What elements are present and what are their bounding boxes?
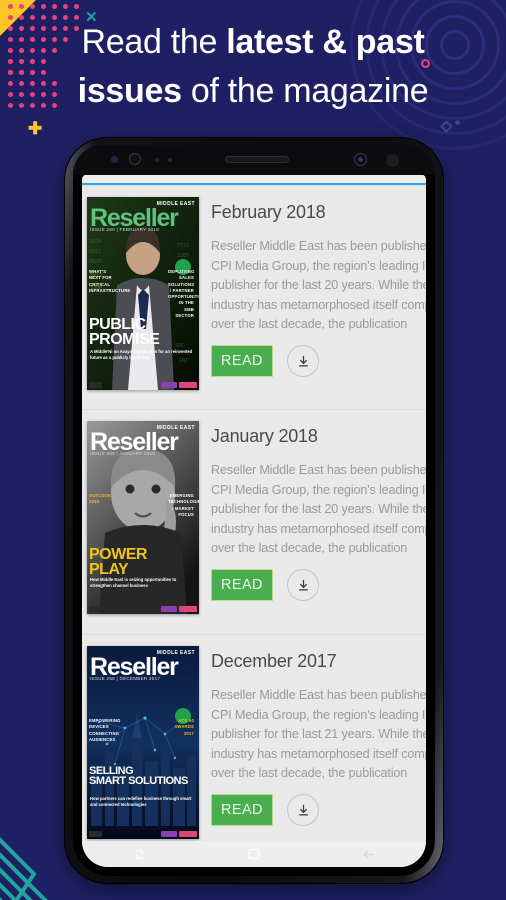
sensor-dot-icon [168,158,172,162]
blue-dot-decoration [455,120,460,125]
issue-title: December 2017 [211,651,337,671]
magazine-cover-image[interactable]: 102455219920 773122894418 SRCINT 8812339… [87,197,199,390]
issue-description: Reseller Middle East has been published … [211,688,426,780]
cover-publisher-badge [179,831,197,837]
headline-light-2: of the magazine [181,72,429,110]
recents-icon[interactable] [124,846,154,862]
download-button[interactable] [287,345,319,377]
android-navigation-bar [82,841,426,867]
download-icon [298,804,308,815]
cover-deck-text: How Middle East is seizing opportunities… [90,577,177,588]
proximity-sensor-icon [111,156,118,163]
cover-footer-badges [89,829,197,837]
front-camera-icon [354,153,367,166]
cover-store-badge [89,606,102,612]
cover-deck-text: How partners can redefine business throu… [90,796,192,807]
app-top-spacer [82,174,426,183]
cover-footer-badges [89,380,197,388]
issue-info: December 2017 Reseller Middle East has be… [199,646,426,841]
headline-bold-2: issues [77,72,182,110]
cover-footer-badges [89,604,197,612]
read-button[interactable]: READ [211,569,273,601]
cover-subline: ISSUE 258 | DECEMBER 2017 [90,676,161,681]
svg-text:5521: 5521 [89,249,101,255]
sensor-dot-icon [155,158,159,162]
magazine-issue-card[interactable]: Reseller MIDDLE EAST ISSUE 258 | DECEMBE… [82,635,426,841]
svg-text:9920: 9920 [89,259,101,265]
headline-line-1: Read the latest & past [81,23,424,61]
issue-actions: READ [211,794,426,826]
page-headline: Read the latest & past issues of the mag… [0,18,506,116]
cover-headline: SELLING SMART SOLUTIONS [89,765,188,788]
download-icon [298,579,308,590]
svg-text:7731: 7731 [177,243,189,249]
read-button[interactable]: READ [211,794,273,826]
cover-middle-east-label: MIDDLE EAST [156,425,195,431]
cover-publisher-badge [179,382,197,388]
yellow-plus-decoration: ✚ [28,119,43,138]
download-button[interactable] [287,569,319,601]
headline-light-1: Read the [81,23,227,61]
headline-bold-1: latest & past [226,23,425,61]
phone-top-bezel [73,145,435,175]
magazine-cover-image[interactable]: Reseller MIDDLE EAST ISSUE 259 | JANUARY… [87,421,199,614]
cover-headline: POWER PLAY [89,546,147,579]
issue-title: February 2018 [211,202,326,222]
cover-subline: ISSUE 259 | JANUARY 2018 [90,451,156,456]
cover-subline: ISSUE 260 | FEBRUARY 2018 [90,227,160,232]
cover-deck-text: A Middle'Ni on Avaya's game plan for an … [90,349,193,360]
led-indicator-icon [386,154,399,167]
magazine-cover-image[interactable]: Reseller MIDDLE EAST ISSUE 258 | DECEMBE… [87,646,199,839]
cover-middle-east-label: MIDDLE EAST [156,650,195,656]
magazine-issue-card[interactable]: Reseller MIDDLE EAST ISSUE 259 | JANUARY… [82,410,426,635]
phone-mockup: 102455219920 773122894418 SRCINT 8812339… [65,138,443,883]
issue-info: February 2018 Reseller Middle East has be… [199,197,426,409]
magazine-issue-card[interactable]: 102455219920 773122894418 SRCINT 8812339… [82,185,426,410]
cover-publisher-badge [179,606,197,612]
cover-partner-badge [161,382,177,388]
issue-actions: READ [211,569,426,601]
cover-side-text-right: EMERGING TECHNOLOGIES / MARKET FOCUS [168,493,199,517]
phone-inner-frame: 102455219920 773122894418 SRCINT 8812339… [73,145,435,876]
cover-partner-badge [161,831,177,837]
svg-text:1024: 1024 [89,239,101,245]
magazine-issue-list[interactable]: 102455219920 773122894418 SRCINT 8812339… [82,185,426,841]
issue-info: January 2018 Reseller Middle East has bee… [199,421,426,634]
earpiece-speaker [225,156,289,163]
blue-diamond-decoration [440,120,453,133]
cover-store-badge [89,831,102,837]
issue-title: January 2018 [211,426,318,446]
home-icon[interactable] [239,846,269,862]
phone-screen: 102455219920 773122894418 SRCINT 8812339… [82,174,426,867]
cover-side-text-right: ACE 50 AWARDS 2017 [174,718,194,736]
cover-partner-badge [161,606,177,612]
download-icon [298,355,308,366]
issue-description: Reseller Middle East has been published … [211,463,426,555]
cover-headline: PUBLIC PROMISE [89,316,160,349]
cover-store-badge [89,382,102,388]
cover-side-text-left: WHAT'S NEXT FOR CRITICAL INFRASTRUCTURE [89,269,131,293]
cover-side-text-right: DEPLOYING SALES SOLUTIONS / PARTNER OPPO… [168,269,199,319]
cover-side-text-left: EMPOWERING DEVICES CONNECTING AUDIENCES [89,718,121,742]
issue-description: Reseller Middle East has been published … [211,239,426,331]
iris-scanner-icon [129,153,141,165]
download-button[interactable] [287,794,319,826]
back-arrow-icon[interactable] [354,846,384,862]
read-button[interactable]: READ [211,345,273,377]
cover-middle-east-label: MIDDLE EAST [156,201,195,207]
issue-actions: READ [211,345,426,377]
headline-line-2: issues of the magazine [78,72,429,110]
cover-side-text-left: OUTLOOK 2018 [89,493,112,505]
